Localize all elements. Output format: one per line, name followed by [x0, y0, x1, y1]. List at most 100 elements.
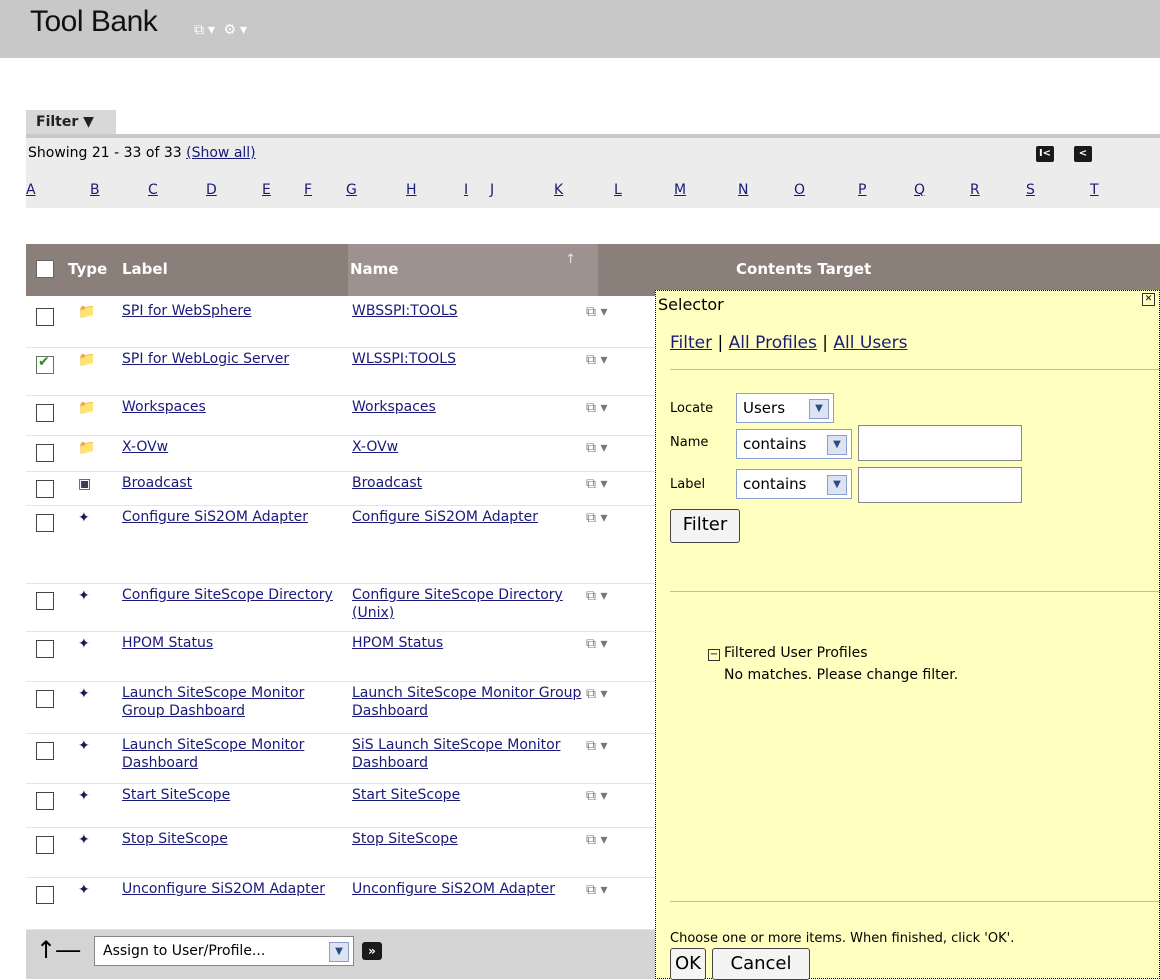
- row-label-link[interactable]: Unconfigure SiS2OM Adapter: [122, 880, 342, 898]
- locate-select[interactable]: Users ▼: [736, 393, 834, 423]
- table-row[interactable]: ✦ Configure SiteScope Directory Configure …: [26, 584, 656, 632]
- row-name-link[interactable]: Start SiteScope: [352, 786, 582, 804]
- row-label-link[interactable]: Broadcast: [122, 474, 342, 492]
- alpha-link-a[interactable]: A: [26, 182, 36, 198]
- row-label-link[interactable]: HPOM Status: [122, 634, 342, 652]
- row-checkbox[interactable]: [36, 592, 54, 610]
- filter-toggle[interactable]: Filter ▼: [26, 110, 116, 134]
- row-checkbox[interactable]: [36, 836, 54, 854]
- row-name-link[interactable]: Configure SiteScope Directory (Unix): [352, 586, 582, 622]
- chevron-down-icon[interactable]: ▼: [827, 435, 847, 455]
- gear-icon[interactable]: ⚙: [223, 22, 236, 38]
- alpha-link-l[interactable]: L: [614, 182, 622, 198]
- row-actions-menu[interactable]: ⧉ ▾: [586, 304, 607, 320]
- table-row[interactable]: ✦ Unconfigure SiS2OM Adapter Unconfigure S…: [26, 878, 656, 930]
- chevron-down-icon[interactable]: ▼: [329, 942, 349, 962]
- row-actions-menu[interactable]: ⧉ ▾: [586, 440, 607, 456]
- label-input[interactable]: [858, 467, 1022, 503]
- first-page-button[interactable]: I<: [1036, 146, 1054, 162]
- alpha-link-t[interactable]: T: [1090, 182, 1099, 198]
- row-name-link[interactable]: HPOM Status: [352, 634, 582, 652]
- alpha-link-m[interactable]: M: [674, 182, 686, 198]
- column-header-name[interactable]: Name: [350, 260, 398, 278]
- table-row[interactable]: ▣ Broadcast Broadcast ⧉ ▾: [26, 472, 656, 506]
- row-name-link[interactable]: Unconfigure SiS2OM Adapter: [352, 880, 582, 898]
- go-button[interactable]: »: [362, 942, 382, 960]
- label-operator-select[interactable]: contains ▼: [736, 469, 852, 499]
- row-checkbox[interactable]: [36, 690, 54, 708]
- row-label-link[interactable]: Workspaces: [122, 398, 342, 416]
- table-row[interactable]: ✦ HPOM Status HPOM Status ⧉ ▾: [26, 632, 656, 682]
- row-checkbox[interactable]: [36, 404, 54, 422]
- row-actions-menu[interactable]: ⧉ ▾: [586, 476, 607, 492]
- row-checkbox[interactable]: ✔: [36, 354, 54, 374]
- chevron-down-icon[interactable]: ▼: [809, 399, 829, 419]
- row-name-link[interactable]: Configure SiS2OM Adapter: [352, 508, 582, 526]
- row-actions-menu[interactable]: ⧉ ▾: [586, 882, 607, 898]
- select-all-checkbox[interactable]: [36, 260, 54, 278]
- column-header-type[interactable]: Type: [68, 260, 107, 278]
- alpha-link-b[interactable]: B: [90, 182, 100, 198]
- table-row[interactable]: 📁 X-OVw X-OVw ⧉ ▾: [26, 436, 656, 472]
- ok-button[interactable]: OK: [670, 948, 706, 980]
- show-all-link[interactable]: (Show all): [186, 145, 256, 161]
- row-actions-menu[interactable]: ⧉ ▾: [586, 788, 607, 804]
- row-name-link[interactable]: Launch SiteScope Monitor Group Dashboard: [352, 684, 582, 720]
- alpha-link-j[interactable]: J: [490, 182, 494, 198]
- table-row[interactable]: 📁 SPI for WebSphere WBSSPI:TOOLS ⧉ ▾: [26, 300, 656, 348]
- table-row[interactable]: ✦ Configure SiS2OM Adapter Configure SiS2O…: [26, 506, 656, 584]
- row-label-link[interactable]: SPI for WebSphere: [122, 302, 342, 320]
- row-checkbox[interactable]: [36, 480, 54, 498]
- row-name-link[interactable]: X-OVw: [352, 438, 582, 456]
- table-row[interactable]: ✦ Start SiteScope Start SiteScope ⧉ ▾: [26, 784, 656, 828]
- tree-node-filtered-user-profiles[interactable]: − Filtered User Profiles: [708, 645, 868, 661]
- row-name-link[interactable]: Stop SiteScope: [352, 830, 582, 848]
- previous-page-button[interactable]: <: [1074, 146, 1092, 162]
- row-label-link[interactable]: Configure SiS2OM Adapter: [122, 508, 342, 526]
- row-checkbox[interactable]: [36, 886, 54, 904]
- alpha-link-n[interactable]: N: [738, 182, 748, 198]
- chevron-down-icon[interactable]: ▾: [240, 22, 247, 38]
- row-name-link[interactable]: Workspaces: [352, 398, 582, 416]
- table-row[interactable]: ✦ Stop SiteScope Stop SiteScope ⧉ ▾: [26, 828, 656, 878]
- chevron-down-icon[interactable]: ▾: [208, 22, 215, 38]
- row-actions-menu[interactable]: ⧉ ▾: [586, 510, 607, 526]
- alpha-link-e[interactable]: E: [262, 182, 271, 198]
- alpha-link-c[interactable]: C: [148, 182, 158, 198]
- name-input[interactable]: [858, 425, 1022, 461]
- row-label-link[interactable]: Configure SiteScope Directory: [122, 586, 342, 604]
- alpha-link-p[interactable]: P: [858, 182, 866, 198]
- table-row[interactable]: 📁 Workspaces Workspaces ⧉ ▾: [26, 396, 656, 436]
- row-checkbox[interactable]: [36, 514, 54, 532]
- row-checkbox[interactable]: [36, 640, 54, 658]
- collapse-icon[interactable]: −: [708, 649, 720, 661]
- close-icon[interactable]: ✕: [1142, 293, 1155, 306]
- row-actions-menu[interactable]: ⧉ ▾: [586, 352, 607, 368]
- alpha-link-i[interactable]: I: [464, 182, 468, 198]
- row-label-link[interactable]: Stop SiteScope: [122, 830, 342, 848]
- row-checkbox[interactable]: [36, 444, 54, 462]
- alpha-link-d[interactable]: D: [206, 182, 217, 198]
- chevron-down-icon[interactable]: ▼: [827, 475, 847, 495]
- alpha-link-h[interactable]: H: [406, 182, 417, 198]
- row-label-link[interactable]: X-OVw: [122, 438, 342, 456]
- row-actions-menu[interactable]: ⧉ ▾: [586, 636, 607, 652]
- window-icon[interactable]: ⧉: [194, 22, 204, 38]
- bulk-action-select[interactable]: Assign to User/Profile... ▼: [94, 936, 354, 966]
- row-actions-menu[interactable]: ⧉ ▾: [586, 832, 607, 848]
- selector-link-all-profiles[interactable]: All Profiles: [729, 333, 817, 353]
- row-actions-menu[interactable]: ⧉ ▾: [586, 686, 607, 702]
- alpha-link-k[interactable]: K: [554, 182, 563, 198]
- row-checkbox[interactable]: [36, 792, 54, 810]
- table-row[interactable]: ✦ Launch SiteScope Monitor Dashboard SiS L…: [26, 734, 656, 784]
- filter-button[interactable]: Filter: [670, 509, 740, 543]
- row-name-link[interactable]: SiS Launch SiteScope Monitor Dashboard: [352, 736, 582, 772]
- row-actions-menu[interactable]: ⧉ ▾: [586, 738, 607, 754]
- alpha-link-r[interactable]: R: [970, 182, 980, 198]
- row-label-link[interactable]: Launch SiteScope Monitor Group Dashboard: [122, 684, 342, 720]
- selector-link-filter[interactable]: Filter: [670, 333, 712, 353]
- name-operator-select[interactable]: contains ▼: [736, 429, 852, 459]
- row-label-link[interactable]: Start SiteScope: [122, 786, 342, 804]
- alpha-link-o[interactable]: O: [794, 182, 805, 198]
- alpha-link-g[interactable]: G: [346, 182, 357, 198]
